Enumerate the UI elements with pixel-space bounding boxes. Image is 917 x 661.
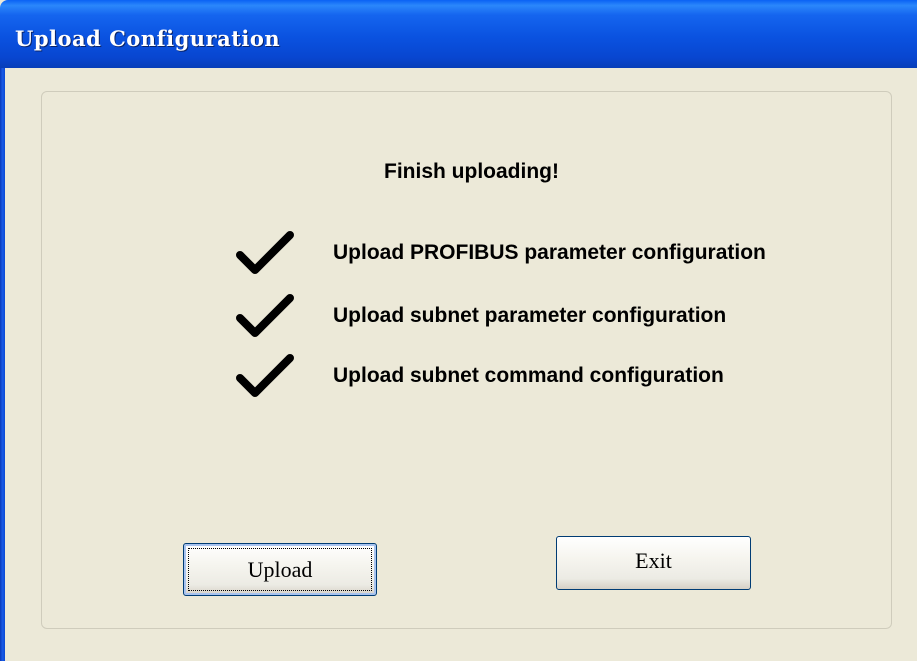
checkmark-icon [236,231,294,274]
step-item-subnet-command: Upload subnet command configuration [236,352,916,402]
step-label: Upload subnet command configuration [333,364,724,387]
step-label: Upload subnet parameter configuration [333,304,727,327]
exit-button[interactable]: Exit [556,536,751,590]
status-headline: Finish uploading! [384,160,559,183]
upload-button[interactable]: Upload [183,543,377,596]
upload-configuration-dialog: Upload Configuration Finish uploading! U… [0,0,917,661]
step-label: Upload PROFIBUS parameter configuration [333,241,766,264]
checkmark-icon [236,354,294,397]
upload-button-label: Upload [247,557,313,582]
exit-button-label: Exit [635,548,672,573]
step-item-subnet-parameter: Upload subnet parameter configuration [236,292,916,342]
step-item-profibus-parameter: Upload PROFIBUS parameter configuration [236,229,916,279]
title-bar[interactable]: Upload Configuration [0,0,917,68]
window-title: Upload Configuration [15,26,281,51]
checkmark-icon [236,294,294,337]
window-frame-left [0,68,5,661]
